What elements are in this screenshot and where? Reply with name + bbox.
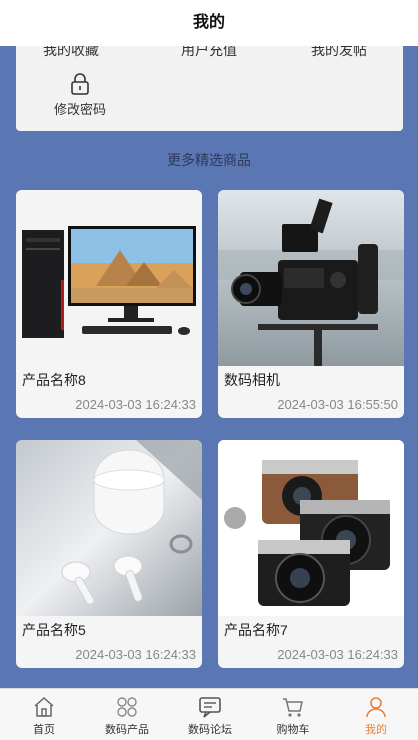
page-title: 我的 xyxy=(192,14,225,31)
tab-label: 我的 xyxy=(365,724,387,736)
cart-icon xyxy=(283,698,303,717)
grid-icon xyxy=(117,697,137,717)
user-icon xyxy=(366,697,386,718)
tab-forum[interactable]: 数码论坛 xyxy=(168,689,252,740)
tab-label: 数码产品 xyxy=(105,724,149,736)
tab-cart[interactable]: 购物车 xyxy=(251,689,335,740)
product-time: 2024-03-03 16:24:33 xyxy=(75,647,196,662)
forum-icon xyxy=(199,697,221,718)
change-password-label: 修改密码 xyxy=(53,102,106,117)
product-image-video-camera xyxy=(218,190,404,366)
product-time: 2024-03-03 16:24:33 xyxy=(277,647,398,662)
product-card[interactable]: 产品名称8 2024-03-03 16:24:33 xyxy=(16,190,202,418)
product-name: 数码相机 xyxy=(224,372,280,388)
product-card[interactable]: 数码相机 2024-03-03 16:55:50 xyxy=(218,190,404,418)
product-time: 2024-03-03 16:55:50 xyxy=(277,397,398,412)
product-card[interactable]: 产品名称7 2024-03-03 16:24:33 xyxy=(218,440,404,668)
tab-label: 购物车 xyxy=(276,724,310,736)
lock-icon xyxy=(71,73,89,95)
tab-mine[interactable]: 我的 xyxy=(334,689,418,740)
floating-dot-button[interactable] xyxy=(224,507,246,529)
product-name: 产品名称8 xyxy=(22,372,86,388)
product-image-cameras xyxy=(218,440,404,616)
tab-label: 数码论坛 xyxy=(188,724,232,736)
product-image-desktop xyxy=(16,190,202,366)
tab-home[interactable]: 首页 xyxy=(2,689,86,740)
change-password-button[interactable]: 修改密码 xyxy=(40,72,120,118)
product-name: 产品名称5 xyxy=(22,622,86,638)
product-name: 产品名称7 xyxy=(224,622,288,638)
tab-digital-products[interactable]: 数码产品 xyxy=(85,689,169,740)
home-icon xyxy=(34,696,54,717)
product-card[interactable]: 产品名称5 2024-03-03 16:24:33 xyxy=(16,440,202,668)
product-image-earbuds xyxy=(16,440,202,616)
bottom-tab-bar: 首页 数码产品 数码论坛 购物车 我的 xyxy=(0,688,418,740)
section-title: 更多精选商品 xyxy=(167,152,251,168)
product-time: 2024-03-03 16:24:33 xyxy=(75,397,196,412)
tab-label: 首页 xyxy=(33,724,55,736)
page-header: 我的 xyxy=(0,0,418,46)
